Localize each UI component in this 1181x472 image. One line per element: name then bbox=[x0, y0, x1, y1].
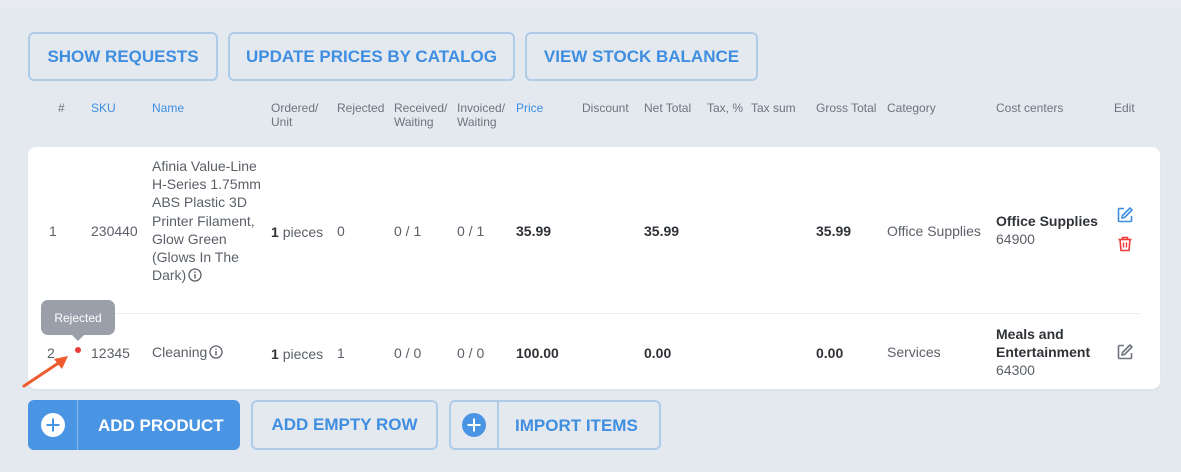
row-net-total: 35.99 bbox=[644, 223, 680, 239]
row-number: 1 bbox=[49, 223, 57, 239]
column-header-ordered: Ordered/ Unit bbox=[271, 101, 318, 129]
edit-icon[interactable] bbox=[1116, 343, 1134, 361]
row-gross-total: 0.00 bbox=[816, 345, 844, 361]
add-empty-row-button[interactable]: ADD EMPTY ROW bbox=[251, 400, 438, 450]
trash-icon[interactable] bbox=[1116, 235, 1134, 253]
column-header-tax-percent: Tax, % bbox=[707, 101, 744, 115]
import-items-label: IMPORT ITEMS bbox=[515, 416, 638, 435]
row-name-text: Afinia Value-Line H-Series 1.75mm ABS Pl… bbox=[152, 158, 261, 284]
row-name: Cleaning bbox=[152, 343, 223, 361]
row-received: 0 / 0 bbox=[394, 345, 422, 361]
column-header-invoiced-line1: Invoiced/ bbox=[457, 101, 506, 115]
row-rejected: 1 bbox=[337, 345, 345, 361]
row-gross-total: 35.99 bbox=[816, 223, 852, 239]
row-quantity: 1 bbox=[271, 346, 279, 362]
plus-circle-icon bbox=[451, 402, 499, 448]
rejected-tooltip: Rejected bbox=[41, 300, 115, 341]
update-prices-by-catalog-button[interactable]: UPDATE PRICES BY CATALOG bbox=[228, 32, 515, 81]
view-stock-balance-button[interactable]: VIEW STOCK BALANCE bbox=[525, 32, 758, 81]
column-header-number: # bbox=[58, 101, 65, 115]
column-header-net-total: Net Total bbox=[644, 101, 692, 115]
row-unit: pieces bbox=[282, 224, 324, 240]
row-ordered: 1 pieces bbox=[271, 345, 323, 363]
column-header-tax-sum: Tax sum bbox=[751, 101, 796, 115]
column-header-cost-centers: Cost centers bbox=[996, 101, 1064, 115]
column-header-category: Category bbox=[887, 101, 936, 115]
row-unit: pieces bbox=[282, 346, 324, 362]
row-rejected: 0 bbox=[337, 223, 345, 239]
column-header-gross-total: Gross Total bbox=[816, 101, 877, 115]
plus-circle-icon bbox=[28, 400, 78, 450]
row-name-text: Cleaning bbox=[152, 344, 208, 360]
row-price: 35.99 bbox=[516, 223, 552, 239]
column-header-rejected: Rejected bbox=[337, 101, 385, 115]
row-name: Afinia Value-Line H-Series 1.75mm ABS Pl… bbox=[152, 157, 272, 284]
column-header-invoiced-line2: Waiting bbox=[457, 115, 497, 129]
column-header-ordered-line1: Ordered/ bbox=[271, 101, 319, 115]
column-header-edit: Edit bbox=[1114, 101, 1135, 115]
column-header-received-line2: Waiting bbox=[394, 115, 434, 129]
column-header-ordered-line2: Unit bbox=[271, 115, 293, 129]
import-items-button[interactable]: IMPORT ITEMS bbox=[449, 400, 661, 450]
row-price: 100.00 bbox=[516, 345, 559, 361]
row-category: Services bbox=[887, 344, 941, 360]
column-header-discount: Discount bbox=[582, 101, 629, 115]
cost-center-name-line1: Meals and bbox=[996, 326, 1064, 342]
info-icon[interactable] bbox=[209, 345, 223, 359]
cost-center-code: 64300 bbox=[996, 362, 1035, 378]
add-product-button[interactable]: ADD PRODUCT bbox=[28, 400, 240, 450]
row-sku: 230440 bbox=[91, 223, 138, 239]
row-cost-center: Office Supplies 64900 bbox=[996, 212, 1098, 248]
row-quantity: 1 bbox=[271, 224, 279, 240]
info-icon[interactable] bbox=[188, 268, 202, 282]
row-ordered: 1 pieces bbox=[271, 223, 323, 241]
cost-center-code: 64900 bbox=[996, 231, 1035, 247]
column-header-name[interactable]: Name bbox=[152, 101, 184, 115]
column-header-received: Received/ Waiting bbox=[394, 101, 447, 129]
edit-icon[interactable] bbox=[1116, 206, 1134, 224]
annotation-arrow bbox=[22, 356, 68, 388]
show-requests-button[interactable]: SHOW REQUESTS bbox=[28, 32, 218, 81]
top-edge bbox=[0, 0, 1181, 8]
row-divider bbox=[40, 313, 1140, 314]
column-header-received-line1: Received/ bbox=[394, 101, 448, 115]
row-category: Office Supplies bbox=[887, 223, 981, 239]
row-sku: 12345 bbox=[91, 345, 130, 361]
cost-center-name: Office Supplies bbox=[996, 213, 1098, 229]
row-invoiced: 0 / 0 bbox=[457, 345, 485, 361]
column-header-invoiced: Invoiced/ Waiting bbox=[457, 101, 505, 129]
row-received: 0 / 1 bbox=[394, 223, 422, 239]
row-invoiced: 0 / 1 bbox=[457, 223, 485, 239]
column-header-price[interactable]: Price bbox=[516, 101, 543, 115]
cost-center-name-line2: Entertainment bbox=[996, 344, 1091, 360]
row-cost-center: Meals and Entertainment 64300 bbox=[996, 325, 1090, 379]
row-net-total: 0.00 bbox=[644, 345, 672, 361]
add-product-label: ADD PRODUCT bbox=[98, 416, 224, 435]
column-header-sku[interactable]: SKU bbox=[91, 101, 116, 115]
